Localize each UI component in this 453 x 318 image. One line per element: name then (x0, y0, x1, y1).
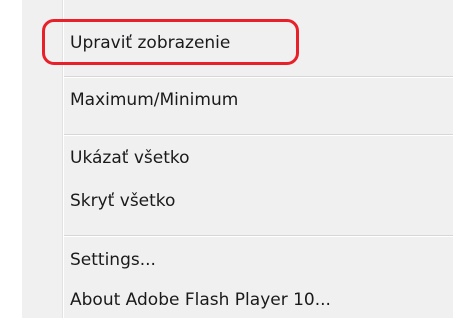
menu-item-edit-view[interactable]: Upraviť zobrazenie (70, 33, 230, 53)
menu-separator (64, 134, 453, 136)
menu-item-show-all[interactable]: Ukázať všetko (70, 148, 190, 168)
menu-separator (64, 76, 453, 78)
screenshot-canvas: Upraviť zobrazenie Maximum/Minimum Ukáza… (0, 0, 453, 318)
menu-separator (64, 235, 453, 237)
menu-gutter-highlight (63, 0, 64, 318)
menu-item-about-flash-player[interactable]: About Adobe Flash Player 10... (70, 290, 331, 310)
flash-context-menu: Upraviť zobrazenie Maximum/Minimum Ukáza… (22, 0, 453, 318)
menu-item-hide-all[interactable]: Skryť všetko (70, 191, 175, 211)
menu-item-maximum-minimum[interactable]: Maximum/Minimum (70, 90, 238, 110)
menu-item-settings[interactable]: Settings... (70, 250, 156, 270)
